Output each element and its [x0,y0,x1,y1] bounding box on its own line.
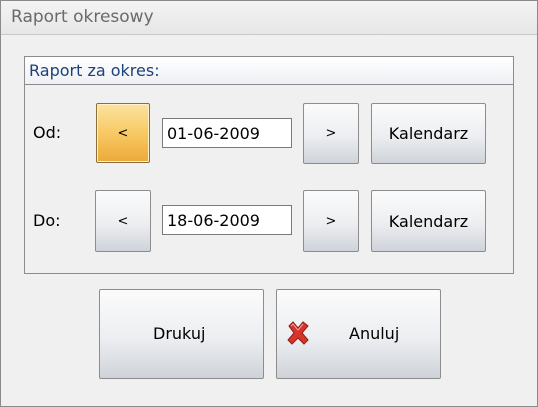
cancel-button-label: Anuluj [349,324,400,343]
from-date-field[interactable]: 01-06-2009 [162,118,292,148]
group-title: Raport za okres: [29,61,160,80]
from-next-day-button[interactable]: > [303,103,359,164]
from-calendar-button[interactable]: Kalendarz [371,103,486,164]
red-x-icon [287,321,309,345]
window-title: Raport okresowy [11,7,154,27]
to-prev-day-button[interactable]: < [95,190,151,252]
group-header: Raport za okres: [25,57,513,85]
print-button-label: Drukuj [153,324,206,343]
title-bar: Raport okresowy [1,1,537,35]
to-date-field[interactable]: 18-06-2009 [162,205,292,235]
to-next-day-button[interactable]: > [303,190,359,252]
print-button[interactable]: Drukuj [99,289,264,379]
to-label: Do: [33,211,61,230]
cancel-button[interactable]: Anuluj [276,289,441,379]
to-calendar-button[interactable]: Kalendarz [371,190,486,252]
report-dialog: Raport okresowy Raport za okres: Od: < 0… [0,0,538,407]
report-period-group: Raport za okres: Od: < 01-06-2009 > Kale… [24,56,514,274]
from-prev-day-button[interactable]: < [96,103,150,163]
from-label: Od: [33,123,62,142]
